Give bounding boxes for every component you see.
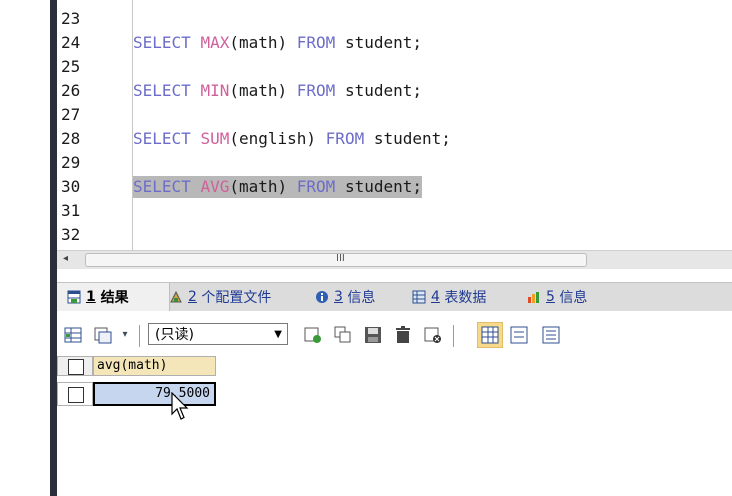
line-number: 32 [61,225,81,244]
grid-view-icon[interactable] [477,322,503,348]
sql-function: SUM [200,129,230,148]
sql-text: student; [344,177,423,196]
left-margin [0,0,50,496]
sql-text: (math) [229,33,297,52]
line-number: 27 [61,105,81,124]
sql-function: MAX [200,33,230,52]
tab-table-data-label: 表数据 [444,290,487,306]
sql-keyword: SELECT [133,81,201,100]
copy-grid-icon[interactable] [93,325,113,345]
tab-info-2[interactable]: 5 信息 [527,283,607,311]
result-tabs: 1 结果 2 个配置文件 3 信息 4 表数据 5 信息 [57,282,732,311]
editor-line[interactable]: 29 [57,152,732,174]
sql-editor[interactable]: 23 24 SELECT MAX(math) FROM student; 25 26 SE… [57,0,732,250]
profile-icon [170,290,182,303]
toolbar-separator-2 [453,325,454,347]
sql-text: student; [373,129,451,148]
dropdown-chevron-icon[interactable]: ▾ [115,325,135,345]
line-number: 30 [61,177,81,196]
horizontal-scrollbar[interactable]: ◂ III [57,250,732,269]
sql-keyword: FROM [325,129,374,148]
window-edge [50,0,57,496]
sql-text: (math) [229,177,297,196]
line-number: 29 [61,153,81,172]
editor-line[interactable]: 23 [57,8,732,30]
sql-keyword: FROM [296,177,345,196]
sql-keyword: FROM [296,33,345,52]
code-text: SELECT SUM(english) FROM student; [133,128,451,150]
save-icon[interactable] [363,325,383,345]
editor-line[interactable]: 30 SELECT AVG(math) FROM student; [57,176,732,198]
line-number: 28 [61,129,81,148]
line-number: 25 [61,57,81,76]
read-only-select-value: (只读) [155,327,194,343]
tab-profile-label: 个配置文件 [201,290,272,306]
line-number: 31 [61,201,81,220]
line-number: 26 [61,81,81,100]
sql-function: AVG [200,177,230,196]
row-selector[interactable] [57,382,93,406]
scroll-thumb[interactable]: III [85,253,587,267]
scroll-grip: III [336,253,345,264]
export-grid-icon[interactable] [63,325,83,345]
editor-line[interactable]: 32 [57,224,732,246]
sql-keyword: FROM [296,81,345,100]
result-grid-icon [67,290,81,304]
sql-text: student; [344,81,423,100]
code-text: SELECT AVG(math) FROM student; [133,176,423,198]
sql-text: student; [344,33,423,52]
table-data-icon [412,290,426,304]
tab-info-label: 信息 [347,290,376,306]
scroll-left-arrow-icon[interactable]: ◂ [63,253,68,264]
editor-line[interactable]: 31 [57,200,732,222]
read-only-select[interactable]: (只读) ▼ [148,323,288,345]
select-all-checkbox[interactable] [68,359,84,375]
text-view-icon[interactable] [541,325,561,345]
editor-line[interactable]: 28 SELECT SUM(english) FROM student; [57,128,732,150]
sql-function: MIN [200,81,230,100]
tab-results[interactable]: 1 结果 [57,283,170,311]
code-text: SELECT MIN(math) FROM student; [133,80,422,102]
editor-line[interactable]: 24 SELECT MAX(math) FROM student; [57,32,732,54]
tab-info-2-label: 信息 [559,290,588,306]
toolbar-separator [139,325,140,347]
editor-line[interactable]: 25 [57,56,732,78]
table-cell-value[interactable]: 79.5000 [93,382,216,406]
tab-results-num: 1 [86,289,96,305]
form-view-icon[interactable] [509,325,529,345]
delete-icon[interactable] [393,325,413,345]
sql-text: (english) [229,129,326,148]
code-text: SELECT MAX(math) FROM student; [133,32,422,54]
info-icon [316,291,328,303]
duplicate-row-icon[interactable] [333,325,353,345]
row-checkbox[interactable] [68,387,84,403]
editor-line[interactable]: 26 SELECT MIN(math) FROM student; [57,80,732,102]
tab-info-num: 3 [334,289,343,305]
result-toolbar: ▾ (只读) ▼ [57,316,732,354]
mouse-cursor-icon [171,392,189,420]
sql-text: (math) [229,81,297,100]
sql-keyword: SELECT [133,33,201,52]
chevron-down-icon: ▼ [274,329,282,340]
tab-info[interactable]: 3 信息 [315,283,395,311]
sql-keyword: SELECT [133,129,201,148]
header-select-all[interactable] [57,356,93,376]
tab-results-label: 结果 [100,290,129,306]
tab-table-data-num: 4 [431,289,440,305]
tab-info-2-num: 5 [546,289,555,305]
column-header[interactable]: avg(math) [93,356,216,376]
line-number: 24 [61,33,81,52]
cancel-changes-icon[interactable] [423,325,443,345]
tab-profile[interactable]: 2 个配置文件 [169,283,299,311]
info-chart-icon [528,292,539,303]
tab-table-data[interactable]: 4 表数据 [412,283,512,311]
line-number: 23 [61,9,81,28]
add-row-icon[interactable] [303,325,323,345]
sql-keyword: SELECT [133,177,201,196]
tab-profile-num: 2 [188,289,197,305]
editor-line[interactable]: 27 [57,104,732,126]
